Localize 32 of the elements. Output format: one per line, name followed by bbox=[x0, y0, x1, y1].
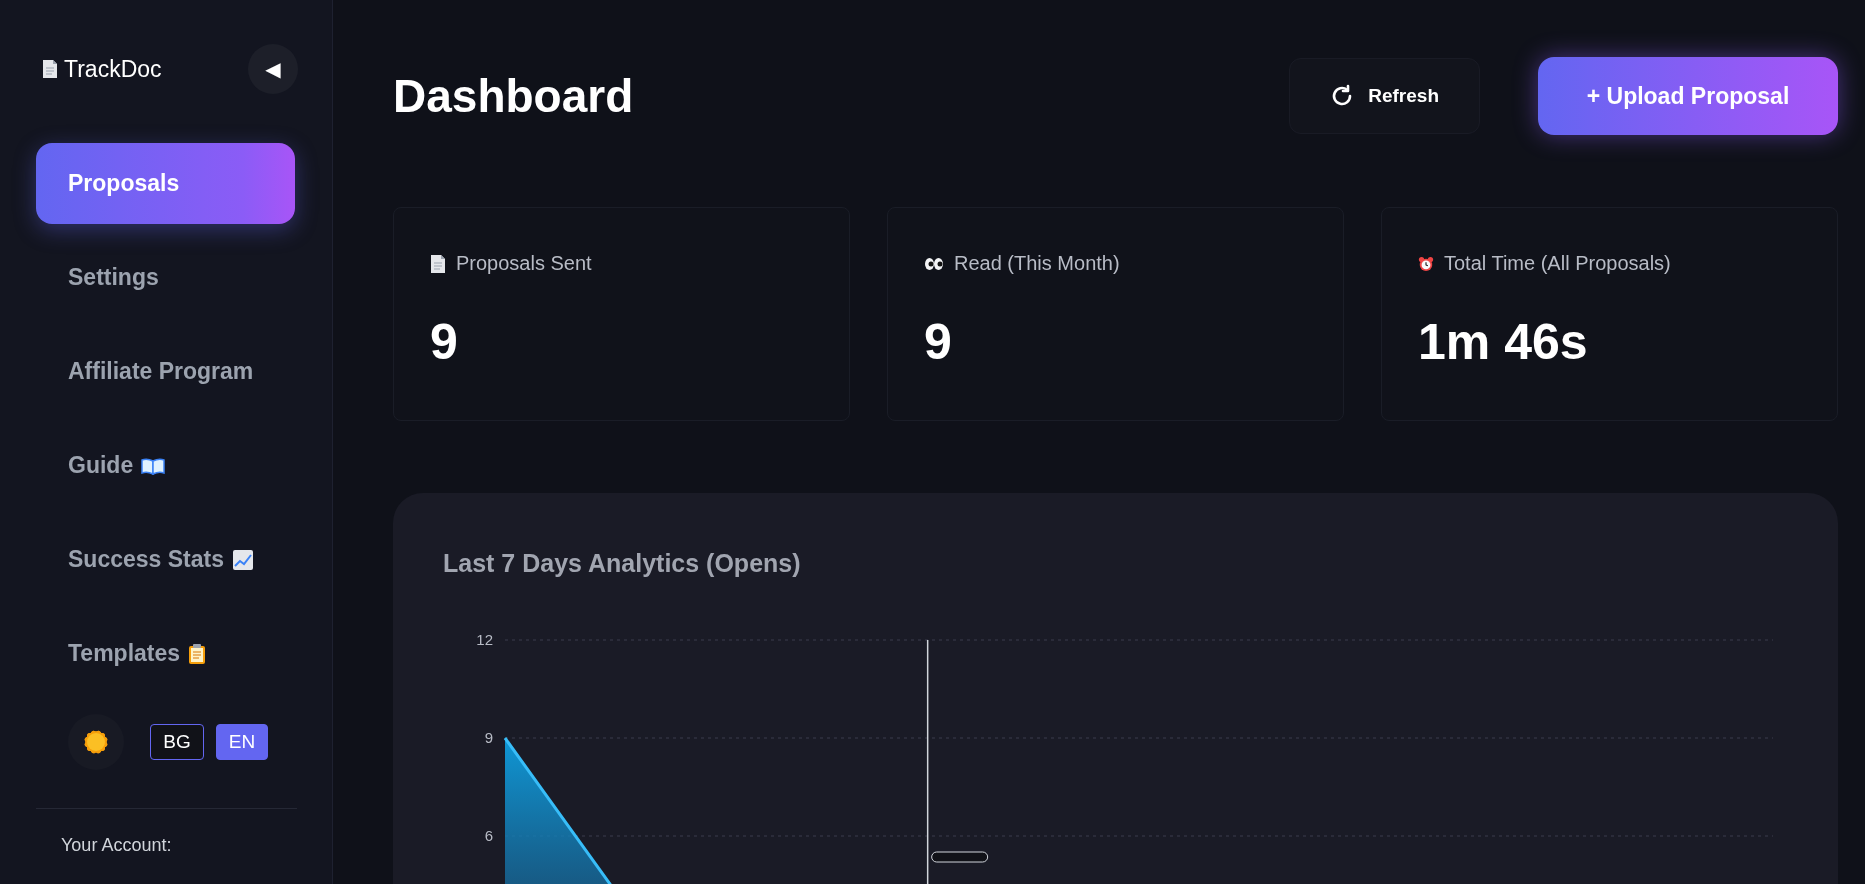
stat-label: Read (This Month) bbox=[954, 252, 1120, 275]
chart-icon bbox=[232, 548, 254, 571]
document-icon bbox=[42, 59, 58, 79]
refresh-button[interactable]: Refresh bbox=[1289, 58, 1480, 134]
stat-value: 9 bbox=[430, 313, 459, 371]
stat-label: Proposals Sent bbox=[456, 252, 592, 275]
axis-tick-label: 6 bbox=[484, 827, 493, 844]
language-button[interactable]: EN bbox=[216, 724, 268, 760]
clipboard-icon bbox=[188, 642, 207, 665]
tooltip bbox=[931, 851, 989, 863]
nav-item[interactable]: Proposals bbox=[36, 143, 295, 224]
language-button[interactable]: BG bbox=[150, 724, 204, 760]
eyes-icon bbox=[924, 256, 944, 271]
axis-tick-label: 12 bbox=[476, 631, 493, 648]
collapse-button[interactable]: ◀ bbox=[248, 44, 298, 94]
stat-label: Total Time (All Proposals) bbox=[1444, 252, 1671, 275]
alarm-clock-icon bbox=[1418, 255, 1434, 272]
account-label: Your Account: bbox=[61, 835, 173, 856]
stat-value: 9 bbox=[924, 313, 953, 371]
book-icon bbox=[141, 456, 166, 475]
stat-value: 1m 46s bbox=[1418, 313, 1589, 371]
nav-item[interactable]: Settings bbox=[36, 237, 295, 318]
nav-item[interactable]: Affiliate Program bbox=[36, 331, 295, 412]
app-logo: TrackDoc bbox=[64, 55, 162, 83]
page-title: Dashboard bbox=[393, 69, 635, 123]
document-icon bbox=[430, 253, 446, 274]
nav-item[interactable]: Guide bbox=[36, 425, 295, 506]
axis-tick-label: 9 bbox=[484, 729, 493, 746]
chart-title: Last 7 Days Analytics (Opens) bbox=[443, 549, 802, 578]
upload-button[interactable]: + Upload Proposal bbox=[1538, 57, 1838, 135]
nav-item[interactable]: Success Stats bbox=[36, 519, 295, 600]
nav-item[interactable]: Templates bbox=[36, 613, 295, 694]
